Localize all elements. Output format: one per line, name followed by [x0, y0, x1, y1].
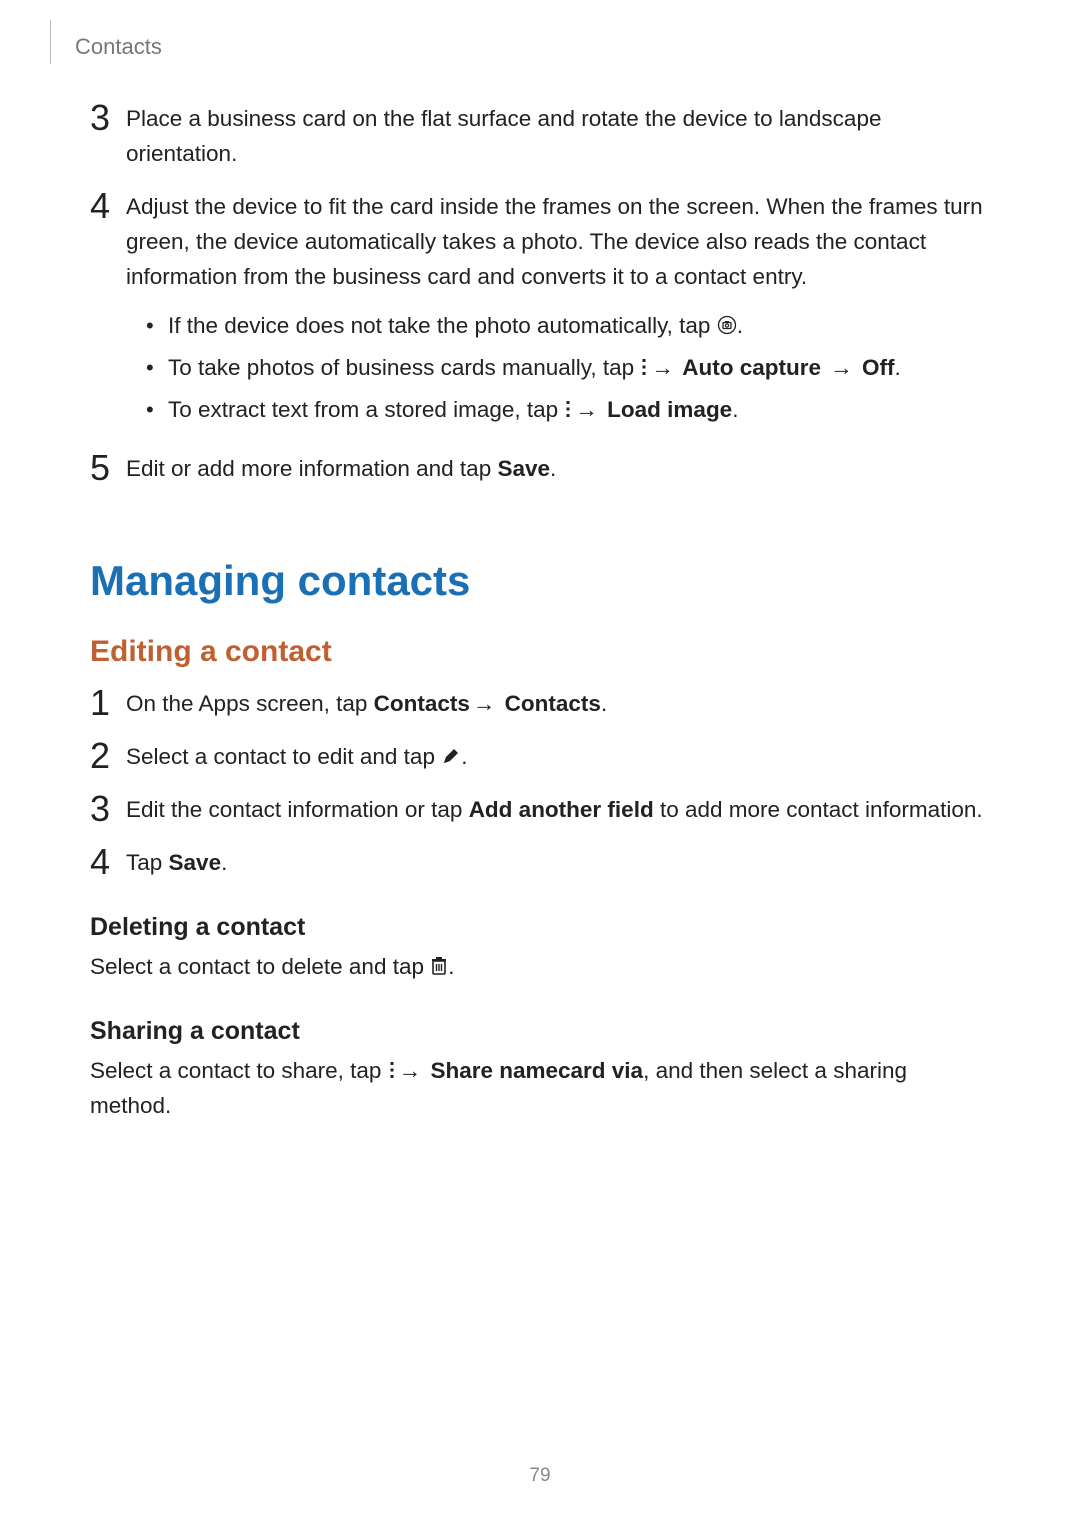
step-body: Place a business card on the flat surfac… — [126, 102, 990, 172]
deleting-paragraph: Select a contact to delete and tap . — [90, 950, 990, 985]
step-number: 1 — [90, 685, 126, 721]
text: Select a contact to share, tap — [90, 1058, 388, 1083]
text: . — [461, 744, 467, 769]
step-number: 4 — [90, 844, 126, 880]
text-bold: Add another field — [469, 797, 654, 822]
text: If the device does not take the photo au… — [168, 313, 717, 338]
step-4: 4 Adjust the device to fit the card insi… — [90, 190, 990, 435]
text: Select a contact to edit and tap — [126, 744, 441, 769]
text: . — [550, 456, 556, 481]
edit-step-1: 1 On the Apps screen, tap Contacts→ Cont… — [90, 687, 990, 722]
text-bold: Auto capture — [677, 355, 827, 380]
step-body: Edit the contact information or tap Add … — [126, 793, 990, 828]
content: 3 Place a business card on the flat surf… — [90, 102, 990, 1123]
heading-deleting-a-contact: Deleting a contact — [90, 913, 990, 942]
trash-icon — [430, 956, 448, 976]
page: Contacts 3 Place a business card on the … — [0, 0, 1080, 1527]
text-bold: Contacts — [374, 691, 470, 716]
text: Edit or add more information and tap — [126, 456, 497, 481]
sub-bullet: To extract text from a stored image, tap… — [146, 392, 990, 428]
arrow-icon: → — [396, 1058, 425, 1083]
text: . — [221, 850, 227, 875]
step-number: 3 — [90, 791, 126, 827]
step-text: Adjust the device to fit the card inside… — [126, 194, 983, 289]
step-3: 3 Place a business card on the flat surf… — [90, 102, 990, 172]
header-section-label: Contacts — [75, 34, 162, 60]
step-number: 3 — [90, 100, 126, 136]
text: . — [732, 397, 738, 422]
page-number: 79 — [0, 1465, 1080, 1487]
step-body: Edit or add more information and tap Sav… — [126, 452, 990, 487]
step-number: 2 — [90, 738, 126, 774]
step-body: On the Apps screen, tap Contacts→ Contac… — [126, 687, 990, 722]
sharing-paragraph: Select a contact to share, tap → Share n… — [90, 1054, 990, 1124]
text: Edit the contact information or tap — [126, 797, 469, 822]
text-bold: Share namecard via — [424, 1058, 643, 1083]
sub-bullet-list: If the device does not take the photo au… — [126, 308, 990, 428]
text: Tap — [126, 850, 169, 875]
heading-editing-a-contact: Editing a contact — [90, 635, 990, 669]
text: To extract text from a stored image, tap — [168, 397, 564, 422]
step-number: 4 — [90, 188, 126, 224]
text-bold: Save — [169, 850, 222, 875]
text-bold: Save — [497, 456, 550, 481]
text: On the Apps screen, tap — [126, 691, 374, 716]
arrow-icon: → — [572, 397, 601, 422]
header-rule — [50, 20, 51, 64]
edit-step-3: 3 Edit the contact information or tap Ad… — [90, 793, 990, 828]
text: . — [448, 954, 454, 979]
heading-sharing-a-contact: Sharing a contact — [90, 1017, 990, 1046]
sub-bullet: If the device does not take the photo au… — [146, 308, 990, 344]
text: Select a contact to delete and tap — [90, 954, 430, 979]
edit-step-4: 4 Tap Save. — [90, 846, 990, 881]
step-body: Select a contact to edit and tap . — [126, 740, 990, 775]
more-options-icon — [388, 1060, 396, 1080]
step-body: Tap Save. — [126, 846, 990, 881]
arrow-icon: → — [827, 355, 856, 380]
arrow-icon: → — [470, 691, 499, 716]
text: . — [601, 691, 607, 716]
step-number: 5 — [90, 450, 126, 486]
text: To take photos of business cards manuall… — [168, 355, 640, 380]
text: to add more contact information. — [654, 797, 983, 822]
text: . — [737, 313, 743, 338]
sub-bullet: To take photos of business cards manuall… — [146, 350, 990, 386]
text-bold: Contacts — [498, 691, 601, 716]
camera-shutter-icon — [717, 315, 737, 335]
arrow-icon: → — [648, 355, 677, 380]
step-5: 5 Edit or add more information and tap S… — [90, 452, 990, 487]
edit-pencil-icon — [441, 746, 461, 766]
text-bold: Off — [856, 355, 895, 380]
text: . — [895, 355, 901, 380]
heading-managing-contacts: Managing contacts — [90, 557, 990, 605]
text-bold: Load image — [601, 397, 732, 422]
edit-step-2: 2 Select a contact to edit and tap . — [90, 740, 990, 775]
step-body: Adjust the device to fit the card inside… — [126, 190, 990, 435]
